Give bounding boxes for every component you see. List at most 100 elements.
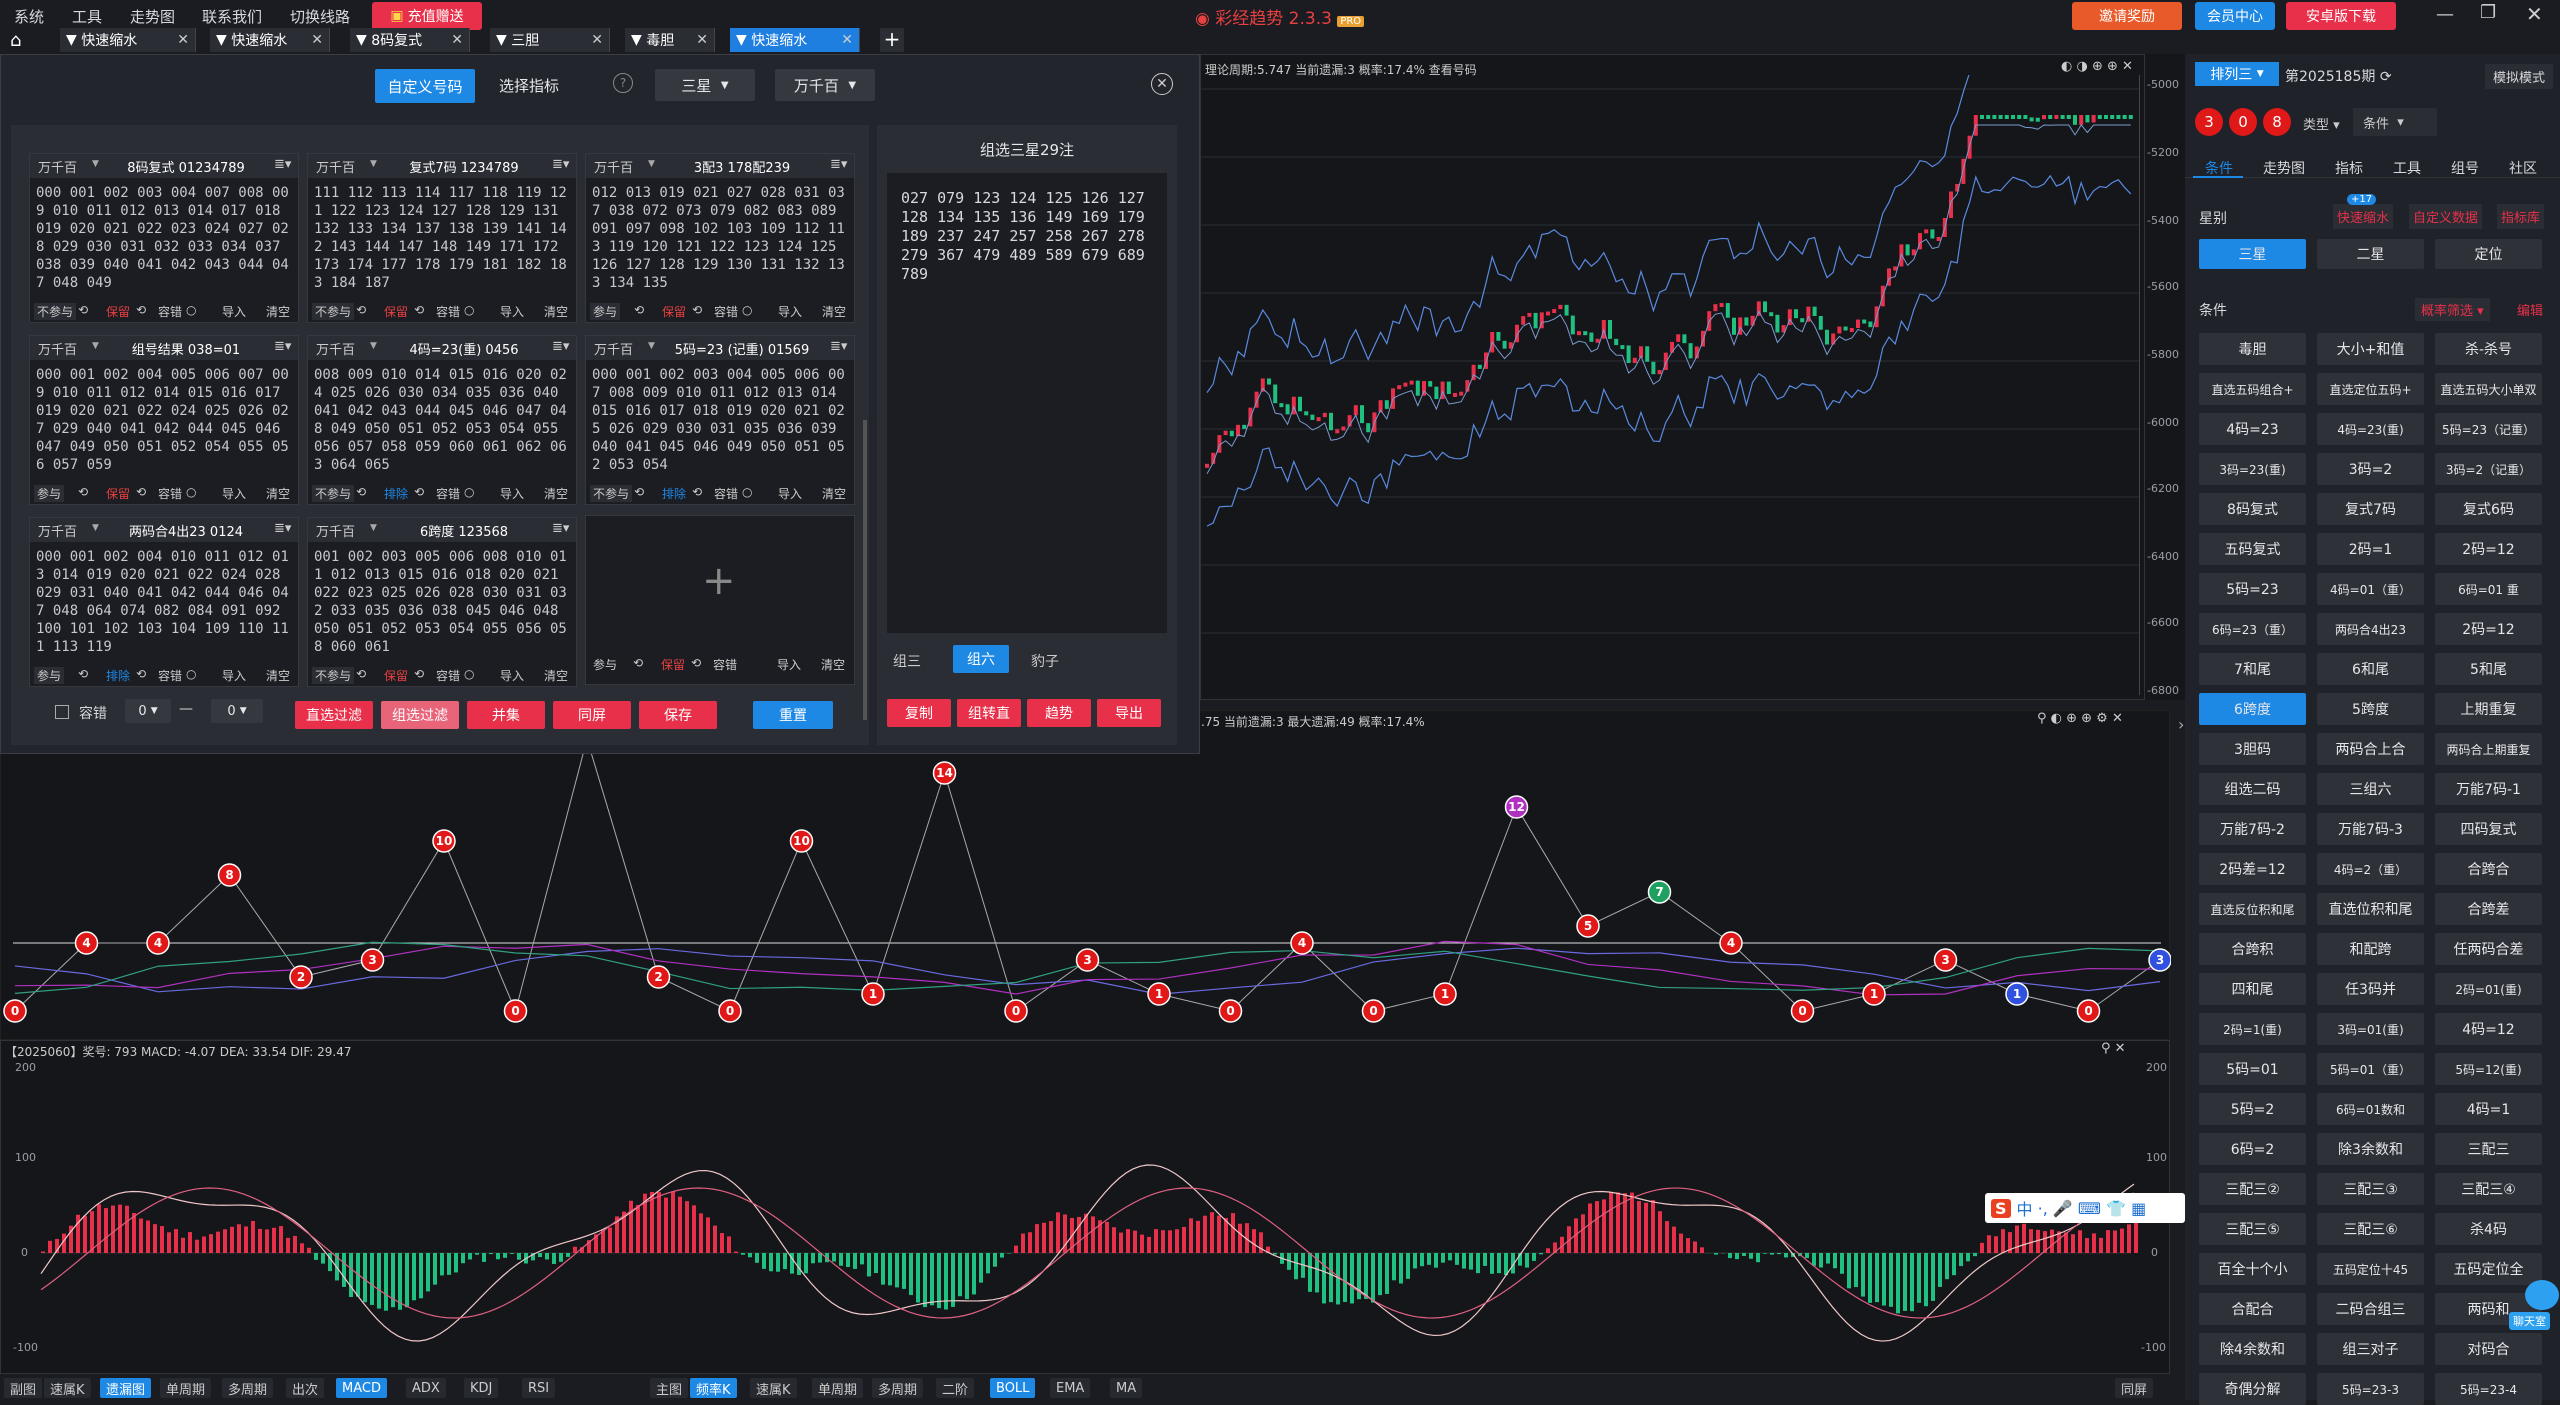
condition-button[interactable]: 6码=01 重 (2435, 573, 2542, 605)
condition-button[interactable]: 除3余数和 (2317, 1133, 2424, 1165)
refresh-icon[interactable]: ⟲ (692, 485, 702, 499)
refresh-icon[interactable]: ⟲ (414, 485, 424, 499)
condition-button[interactable]: 7和尾 (2199, 653, 2306, 685)
condition-button[interactable]: 3码=2（记重） (2435, 453, 2542, 485)
trend-button[interactable]: 趋势 (1027, 699, 1091, 727)
condition-card[interactable]: 万千百 ▼ 两码合4出23 0124 ≣▾ 000 001 002 004 01… (29, 517, 299, 687)
tab-close-icon[interactable]: ✕ (451, 32, 463, 48)
condition-button[interactable]: 2码=1(重) (2199, 1013, 2306, 1045)
condition-button[interactable]: 三配三④ (2435, 1173, 2542, 1205)
tab-quick-shrink-active[interactable]: ▼ 快速缩水✕ (730, 28, 860, 52)
tolerance-toggle[interactable]: 容错 (158, 485, 182, 502)
minimize-icon[interactable]: — (2436, 4, 2454, 25)
custom-number-button[interactable]: 自定义号码 (375, 69, 475, 103)
bottom-left-tab[interactable]: 单周期 (160, 1378, 211, 1398)
condition-button[interactable]: 三组六 (2317, 773, 2424, 805)
condition-button[interactable]: 组三对子 (2317, 1333, 2424, 1365)
keep-exclude-toggle[interactable]: 保留 (662, 303, 686, 320)
refresh-icon[interactable]: ⟲ (691, 656, 701, 670)
tolerance-max-select[interactable]: 0 ▼ (211, 699, 263, 723)
condition-button[interactable]: 大小+和值 (2317, 333, 2424, 365)
export-button[interactable]: 导出 (1097, 699, 1161, 727)
condition-button[interactable]: 5码=01 (2199, 1053, 2306, 1085)
condition-button[interactable]: 直选定位五码+ (2317, 373, 2424, 405)
condition-card[interactable]: 万千百 ▼ 8码复式 01234789 ≣▾ 000 001 002 003 0… (29, 153, 299, 323)
bottom-left-tab[interactable]: 遗漏图 (100, 1378, 151, 1398)
condition-button[interactable]: 上期重复 (2435, 693, 2542, 725)
condition-button[interactable]: 6跨度 (2199, 693, 2306, 725)
condition-button[interactable]: 8码复式 (2199, 493, 2306, 525)
android-download-button[interactable]: 安卓版下载 (2286, 2, 2396, 30)
bottom-main-tab[interactable]: 主图 (650, 1378, 688, 1398)
tab-8-compound[interactable]: ▼ 8码复式✕ (350, 28, 470, 52)
tab-close-icon[interactable]: ✕ (591, 32, 603, 48)
condition-button[interactable]: 百全十个小 (2199, 1253, 2306, 1285)
condition-button[interactable]: 四和尾 (2199, 973, 2306, 1005)
refresh-icon[interactable]: ⟲ (356, 485, 366, 499)
copy-button[interactable]: 复制 (887, 699, 951, 727)
condition-button[interactable]: 5码=23（记重） (2435, 413, 2542, 445)
union-button[interactable]: 并集 (467, 701, 545, 729)
condition-button[interactable]: 4码=2（重） (2317, 853, 2424, 885)
card-menu-icon[interactable]: ≣▾ (552, 157, 569, 172)
direct-filter-button[interactable]: 直选过滤 (295, 701, 373, 729)
member-center-button[interactable]: 会员中心 (2195, 2, 2275, 30)
import-button[interactable]: 导入 (222, 303, 246, 320)
chat-bot-icon[interactable] (2525, 1280, 2559, 1310)
keep-exclude-toggle[interactable]: 排除 (662, 485, 686, 502)
condition-button[interactable]: 2码=12 (2435, 533, 2542, 565)
condition-button[interactable]: 杀4码 (2435, 1213, 2542, 1245)
condition-button[interactable]: 三配三② (2199, 1173, 2306, 1205)
condition-button[interactable]: 毒胆 (2199, 333, 2306, 365)
bottom-main-tab[interactable]: 二阶 (936, 1378, 974, 1398)
condition-button[interactable]: 任两码合差 (2435, 933, 2542, 965)
same-screen-button[interactable]: 同屏 (2115, 1378, 2153, 1398)
condition-button[interactable]: 杀-杀号 (2435, 333, 2542, 365)
condition-button[interactable]: 3码=23(重) (2199, 453, 2306, 485)
tab-group-three[interactable]: 组三 (893, 651, 921, 671)
refresh-icon[interactable]: ⟲ (356, 667, 366, 681)
quick-shrink-button[interactable]: 快速缩水 (2333, 204, 2393, 229)
condition-button[interactable]: 5跨度 (2317, 693, 2424, 725)
condition-button[interactable]: 合跨积 (2199, 933, 2306, 965)
condition-button[interactable]: 万能7码-3 (2317, 813, 2424, 845)
home-icon[interactable]: ⌂ (10, 30, 21, 51)
participate-select[interactable]: 参与 (34, 667, 64, 684)
condition-button[interactable]: 除4余数和 (2199, 1333, 2306, 1365)
condition-button[interactable]: 合跨合 (2435, 853, 2542, 885)
condition-button[interactable]: 2码=12 (2435, 613, 2542, 645)
condition-button[interactable]: 直选五码组合+ (2199, 373, 2306, 405)
type-select[interactable]: 类型 ▾ (2303, 114, 2340, 133)
bottom-left-tab[interactable]: MACD (336, 1378, 387, 1398)
condition-button[interactable]: 5码=23-3 (2317, 1373, 2424, 1405)
condition-button[interactable]: 5码=23-4 (2435, 1373, 2542, 1405)
save-button[interactable]: 保存 (639, 701, 717, 729)
bottom-left-tab[interactable]: RSI (522, 1378, 555, 1398)
circle-icon[interactable]: ○ (464, 303, 474, 317)
refresh-icon[interactable]: ⟲ (136, 667, 146, 681)
condition-button[interactable]: 5码=2 (2199, 1093, 2306, 1125)
condition-button[interactable]: 2码差=12 (2199, 853, 2306, 885)
tab-poison-gall[interactable]: ▼ 毒胆✕ (625, 28, 715, 52)
condition-card[interactable]: 万千百 ▼ 5码=23 (记重) 01569 ≣▾ 000 001 002 00… (585, 335, 855, 505)
condition-button[interactable]: 五码定位全 (2435, 1253, 2542, 1285)
refresh-icon[interactable]: ⟲ (634, 485, 644, 499)
card-menu-icon[interactable]: ≣▾ (552, 521, 569, 536)
condition-button[interactable]: 三配三 (2435, 1133, 2542, 1165)
same-screen-dialog-button[interactable]: 同屏 (553, 701, 631, 729)
tab-close-icon[interactable]: ✕ (841, 32, 853, 48)
participate-select[interactable]: 不参与 (34, 303, 76, 320)
plus-icon[interactable]: + (702, 558, 736, 604)
condition-button[interactable]: 二码合组三 (2317, 1293, 2424, 1325)
card-menu-icon[interactable]: ≣▾ (274, 339, 291, 354)
refresh-icon[interactable]: ⟲ (692, 303, 702, 317)
keep-exclude-toggle[interactable]: 排除 (106, 667, 130, 684)
condition-card[interactable]: 万千百 ▼ 6跨度 123568 ≣▾ 001 002 003 005 006 … (307, 517, 577, 687)
import-button[interactable]: 导入 (778, 303, 802, 320)
refresh-icon[interactable]: ⟲ (78, 667, 88, 681)
condition-button[interactable]: 复式6码 (2435, 493, 2542, 525)
refresh-icon[interactable]: ⟲ (356, 303, 366, 317)
condition-button[interactable]: 组选二码 (2199, 773, 2306, 805)
condition-button[interactable]: 4码=01（重） (2317, 573, 2424, 605)
tab-close-icon[interactable]: ✕ (696, 32, 708, 48)
